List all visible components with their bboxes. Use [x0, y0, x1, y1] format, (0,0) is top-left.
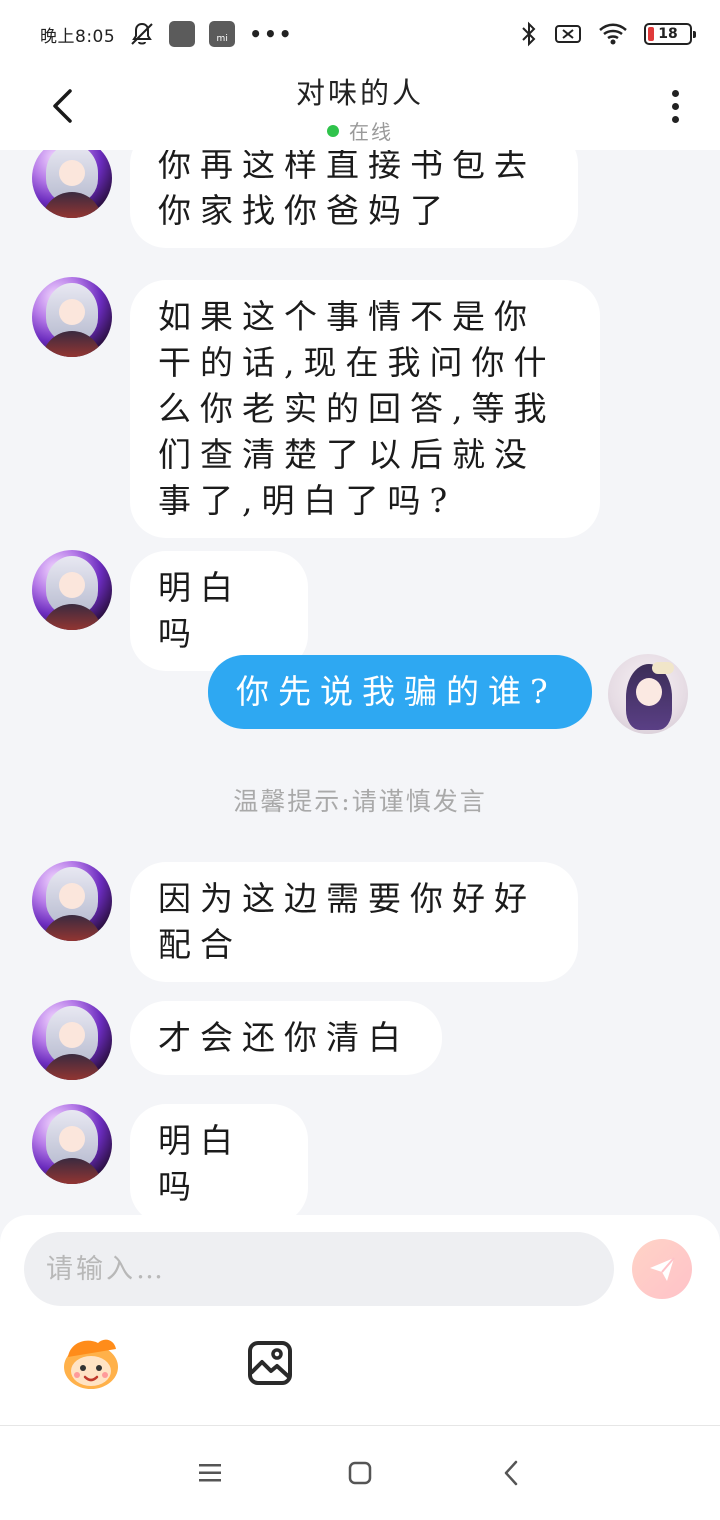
status-bar: 晚上8:05 mi ••• 18 [0, 0, 720, 68]
peer-avatar[interactable] [32, 1104, 112, 1184]
status-time: 晚上8:05 [40, 26, 116, 47]
peer-avatar[interactable] [32, 150, 112, 218]
message-bubble-peer[interactable]: 才会还你清白 [130, 1001, 442, 1075]
wifi-icon [598, 22, 628, 46]
battery-icon: 18 [644, 23, 696, 45]
system-nav-bar [0, 1425, 720, 1520]
peer-avatar[interactable] [32, 1000, 112, 1080]
status-bar-right: 18 [520, 21, 696, 47]
chat-title: 对味的人 [295, 76, 424, 110]
peer-avatar[interactable] [32, 277, 112, 357]
send-button[interactable] [632, 1239, 692, 1299]
nav-back-button[interactable] [494, 1456, 528, 1490]
mi-icon-label: mi [216, 34, 228, 44]
message-bubble-peer[interactable]: 你再这样直接书包去 你家找你爸妈了 [130, 150, 578, 248]
peer-avatar[interactable] [32, 861, 112, 941]
message-list[interactable]: 你再这样直接书包去 你家找你爸妈了 如果这个事情不是你 干的话,现在我问你什 么… [0, 150, 720, 1215]
app-icon [169, 21, 196, 47]
message-bubble-peer[interactable]: 明白吗 [130, 551, 308, 671]
message-composer [0, 1215, 720, 1425]
bluetooth-icon [520, 21, 538, 47]
home-button[interactable] [343, 1456, 377, 1490]
more-vertical-icon [671, 89, 679, 97]
more-options-button[interactable] [660, 84, 690, 128]
image-picker-button[interactable] [246, 1339, 294, 1387]
peer-avatar[interactable] [32, 550, 112, 630]
no-sim-icon [554, 23, 582, 45]
battery-level: 18 [658, 26, 678, 42]
menu-icon [199, 1464, 221, 1482]
back-icon [504, 1460, 518, 1486]
mute-notification-icon [129, 21, 155, 47]
my-avatar[interactable] [608, 654, 688, 734]
message-input[interactable] [24, 1232, 614, 1306]
message-bubble-peer[interactable]: 明白吗 [130, 1104, 308, 1215]
message-bubble-peer[interactable]: 因为这边需要你好好 配合 [130, 862, 578, 982]
online-dot-icon [327, 124, 339, 137]
emoji-sticker-button[interactable] [60, 1335, 122, 1391]
home-icon [348, 1461, 372, 1485]
online-status-text: 在线 [349, 120, 393, 144]
menu-button[interactable] [193, 1456, 227, 1490]
more-dots-icon: ••• [249, 22, 294, 46]
header-title-block: 对味的人 在线 [0, 70, 720, 145]
mi-icon: mi [209, 21, 236, 47]
status-bar-left: 晚上8:05 mi ••• [40, 21, 294, 47]
chat-header: 对味的人 在线 [0, 68, 720, 150]
send-plane-icon [650, 1257, 675, 1281]
message-bubble-me[interactable]: 你先说我骗的谁? [208, 655, 592, 729]
system-tip: 温馨提示:请谨慎发言 [233, 787, 487, 816]
online-status: 在线 [0, 116, 720, 145]
message-bubble-peer[interactable]: 如果这个事情不是你 干的话,现在我问你什 么你老实的回答,等我 们查清楚了以后就… [130, 280, 600, 538]
emoji-sticker-icon [64, 1339, 118, 1389]
image-icon [248, 1341, 292, 1385]
